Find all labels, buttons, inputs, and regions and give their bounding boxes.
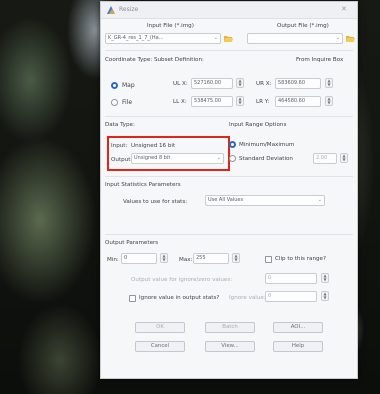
input-stats-section-label: Input Statistics Parameters bbox=[105, 182, 181, 188]
urx-field[interactable]: 583609.60 bbox=[275, 78, 321, 89]
view-button[interactable]: View... bbox=[205, 341, 255, 352]
output-type-label: Output: bbox=[111, 157, 133, 163]
ulx-field[interactable]: 527160.00 bbox=[191, 78, 233, 89]
from-inquire-box-button[interactable]: From Inquire Box bbox=[296, 57, 343, 63]
file-radio[interactable] bbox=[111, 99, 118, 106]
aoi-button[interactable]: AOI... bbox=[273, 322, 323, 333]
stddev-radio[interactable] bbox=[229, 155, 236, 162]
data-type-section-label: Data Type: bbox=[105, 122, 135, 128]
ignore-value-field[interactable]: 0 bbox=[265, 291, 317, 302]
ignore-stats-label: Ignore value in output stats? bbox=[139, 295, 220, 301]
values-for-stats-label: Values to use for stats: bbox=[123, 199, 188, 205]
max-field[interactable]: 255 bbox=[193, 253, 229, 264]
divider bbox=[105, 50, 353, 51]
file-radio-label: File bbox=[122, 99, 133, 106]
output-value-stepper[interactable]: ▲ ▼ bbox=[321, 273, 329, 283]
llx-stepper[interactable]: ▲ ▼ bbox=[236, 96, 244, 106]
stddev-stepper[interactable]: ▲ ▼ bbox=[340, 153, 348, 163]
ignore-stats-checkbox[interactable] bbox=[129, 295, 136, 302]
values-for-stats-select[interactable]: Use All Values ⌄ bbox=[205, 195, 325, 206]
close-icon[interactable]: ✕ bbox=[341, 5, 347, 13]
input-file-value: K_GR-4_res_1_7_(Ha... bbox=[108, 35, 164, 41]
chevron-down-icon[interactable]: ⌄ bbox=[336, 35, 340, 41]
values-for-stats-value: Use All Values bbox=[208, 197, 244, 203]
output-params-section-label: Output Parameters bbox=[105, 240, 159, 246]
divider bbox=[105, 116, 353, 117]
resize-dialog: Resize ✕ Input File (*.img) Output File … bbox=[100, 1, 358, 379]
ignore-value-stepper[interactable]: ▲ ▼ bbox=[321, 291, 329, 301]
min-label: Min: bbox=[107, 257, 119, 263]
output-value-label: Output value for ignore/zero values: bbox=[131, 277, 233, 283]
urx-stepper[interactable]: ▲ ▼ bbox=[325, 78, 333, 88]
ignore-value-label: Ignore value: bbox=[229, 295, 266, 301]
output-file-label: Output File (*.img) bbox=[277, 23, 329, 29]
app-icon bbox=[107, 6, 115, 14]
output-value-field[interactable]: 0 bbox=[265, 273, 317, 284]
output-type-value: Unsigned 8 bit bbox=[134, 155, 171, 161]
lry-stepper[interactable]: ▲ ▼ bbox=[325, 96, 333, 106]
minmax-radio[interactable] bbox=[229, 141, 236, 148]
llx-label: LL X: bbox=[173, 99, 187, 105]
max-label: Max: bbox=[179, 257, 193, 263]
folder-open-icon[interactable] bbox=[224, 35, 233, 42]
subset-definition-label: Coordinate Type: Subset Definition: bbox=[105, 57, 204, 63]
input-file-field[interactable]: K_GR-4_res_1_7_(Ha... ⌄ bbox=[105, 33, 221, 44]
input-type-label: Input: bbox=[111, 143, 128, 149]
clip-range-checkbox[interactable] bbox=[265, 256, 272, 263]
folder-open-icon[interactable] bbox=[346, 35, 355, 42]
output-file-field[interactable]: ⌄ bbox=[247, 33, 343, 44]
ulx-label: UL X: bbox=[173, 81, 188, 87]
cancel-button[interactable]: Cancel bbox=[135, 341, 185, 352]
batch-button[interactable]: Batch bbox=[205, 322, 255, 333]
map-radio[interactable] bbox=[111, 82, 118, 89]
ok-button[interactable]: OK bbox=[135, 322, 185, 333]
title-bar[interactable] bbox=[101, 2, 357, 19]
help-button[interactable]: Help bbox=[273, 341, 323, 352]
urx-label: UR X: bbox=[256, 81, 272, 87]
divider bbox=[105, 176, 353, 177]
divider bbox=[105, 234, 353, 235]
window-title: Resize bbox=[119, 6, 139, 13]
lry-label: LR Y: bbox=[256, 99, 270, 105]
output-type-select[interactable]: Unsigned 8 bit ⌄ bbox=[131, 153, 224, 164]
min-stepper[interactable]: ▲ ▼ bbox=[160, 253, 168, 263]
minmax-radio-label: Minimum/Maximum bbox=[239, 142, 295, 148]
input-file-label: Input File (*.img) bbox=[147, 23, 194, 29]
input-range-section-label: Input Range Options bbox=[229, 122, 287, 128]
max-stepper[interactable]: ▲ ▼ bbox=[232, 253, 240, 263]
clip-range-label: Clip to this range? bbox=[275, 256, 326, 262]
input-type-value: Unsigned 16 bit bbox=[131, 143, 176, 149]
stddev-radio-label: Standard Deviation bbox=[239, 156, 293, 162]
ulx-stepper[interactable]: ▲ ▼ bbox=[236, 78, 244, 88]
chevron-down-icon[interactable]: ⌄ bbox=[318, 197, 322, 203]
chevron-down-icon[interactable]: ⌄ bbox=[217, 155, 221, 161]
map-radio-label: Map bbox=[122, 82, 135, 89]
stddev-field[interactable]: 2.00 bbox=[313, 153, 337, 164]
min-field[interactable]: 0 bbox=[121, 253, 157, 264]
lry-field[interactable]: 464580.60 bbox=[275, 96, 321, 107]
llx-field[interactable]: 538475.00 bbox=[191, 96, 233, 107]
chevron-down-icon[interactable]: ⌄ bbox=[214, 35, 218, 41]
